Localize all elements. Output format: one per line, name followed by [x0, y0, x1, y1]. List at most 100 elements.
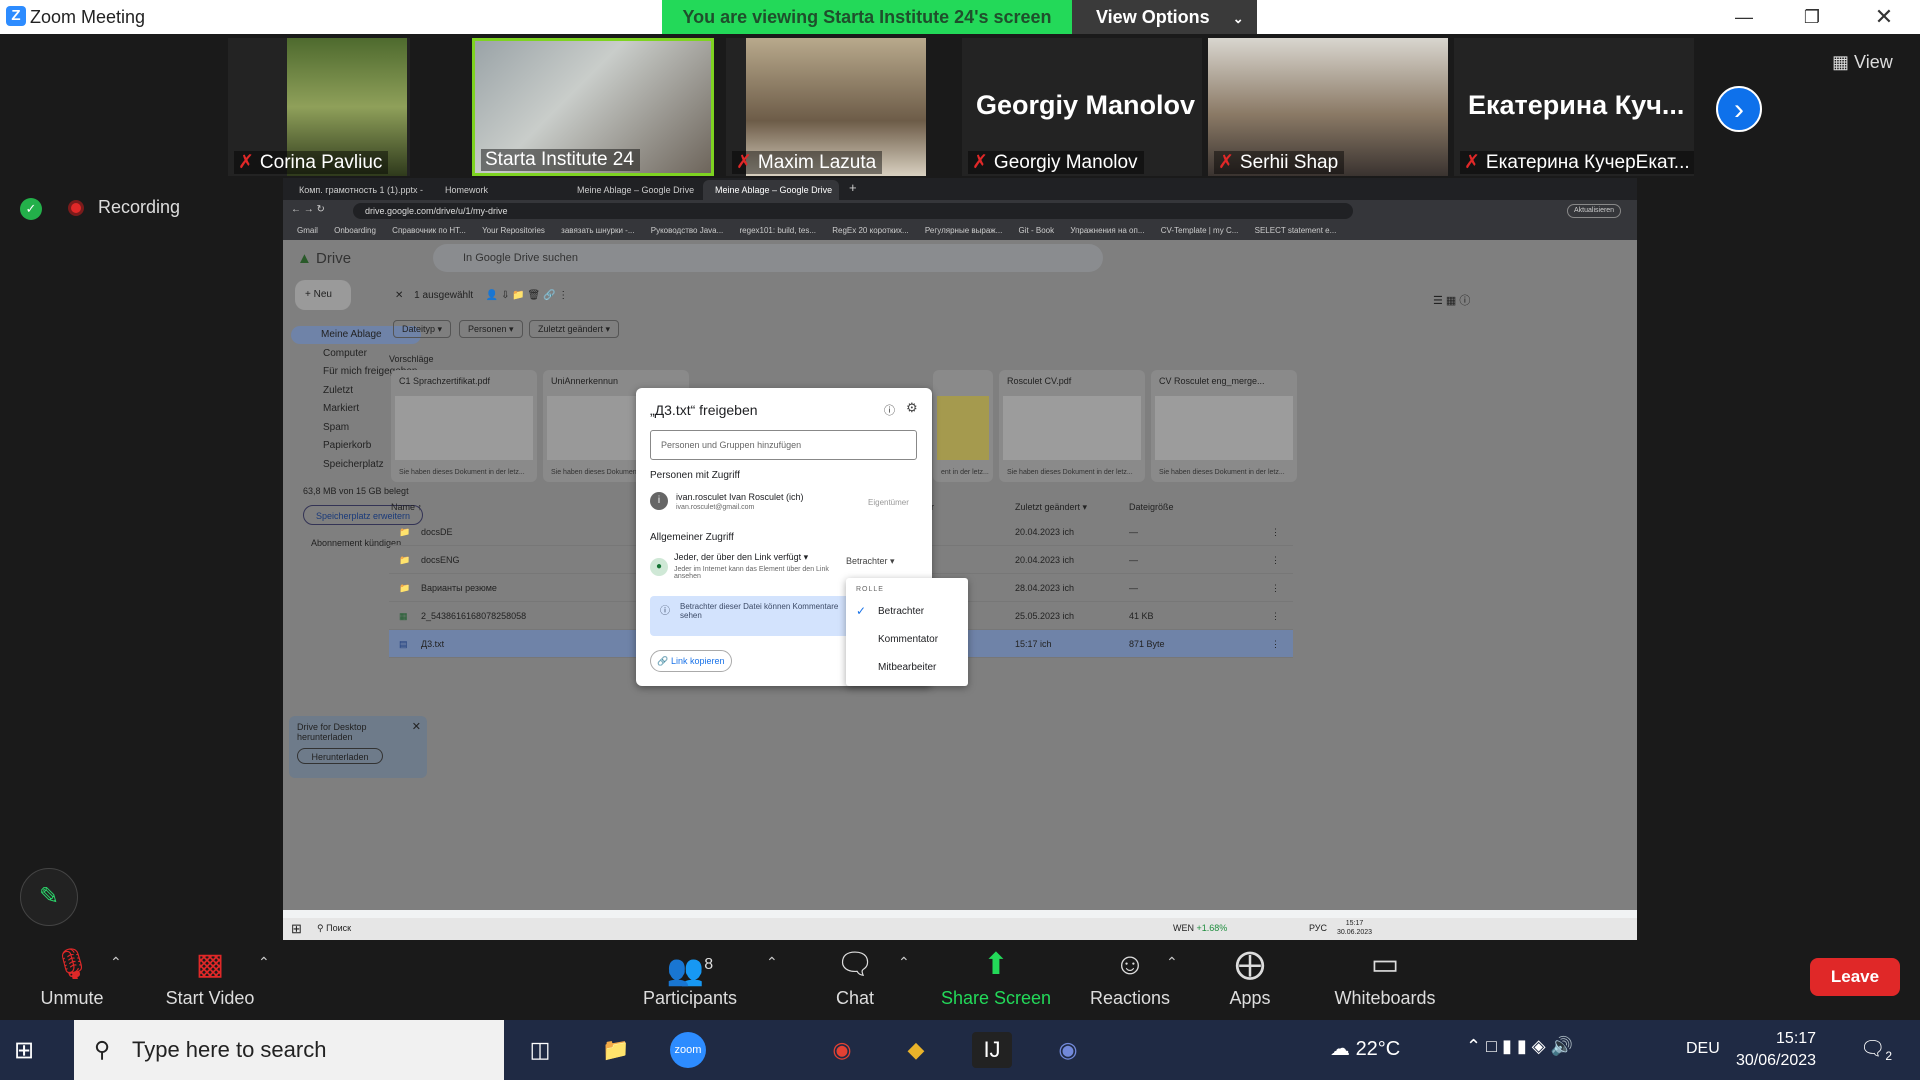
- add-people-input[interactable]: Personen und Gruppen hinzufügen: [650, 430, 917, 460]
- bookmark[interactable]: Gmail: [297, 226, 318, 235]
- more-icon[interactable]: ⋮: [1271, 630, 1280, 658]
- notification-icon[interactable]: 🗨2: [1860, 1036, 1892, 1063]
- weather-widget[interactable]: ☁ 22°C: [1330, 1036, 1400, 1061]
- app-icon[interactable]: ◆: [896, 1032, 936, 1068]
- drive-search-input[interactable]: In Google Drive suchen: [433, 244, 1103, 272]
- download-button[interactable]: Herunterladen: [297, 748, 383, 764]
- toolbar-actions-icon[interactable]: 👤 ⇩ 📁 🗑 🔗 ⋮: [486, 290, 568, 301]
- column-modified[interactable]: Zuletzt geändert ▾: [1015, 502, 1087, 513]
- unmute-button[interactable]: 🎙 Unmute: [22, 940, 122, 1020]
- participant-tile[interactable]: ✗ Corina Pavliuc: [228, 38, 410, 176]
- browser-tab[interactable]: Комп. грамотность 1 (1).pptx -: [287, 180, 427, 200]
- url-field[interactable]: drive.google.com/drive/u/1/my-drive: [353, 203, 1353, 219]
- intellij-icon[interactable]: IJ: [972, 1032, 1012, 1068]
- close-icon[interactable]: ✕: [412, 720, 421, 733]
- browser-tab-active[interactable]: Meine Ablage – Google Drive: [703, 180, 839, 200]
- column-name[interactable]: Name ↑: [391, 502, 422, 512]
- bookmark[interactable]: Onboarding: [334, 226, 376, 235]
- filter-type[interactable]: Dateityp ▾: [393, 320, 452, 338]
- bookmark[interactable]: завязать шнурки -...: [561, 226, 634, 235]
- sidebar-item-starred[interactable]: Markiert: [303, 400, 359, 418]
- bookmark[interactable]: CV-Template | my C...: [1161, 226, 1239, 235]
- nav-arrows-icon[interactable]: ← → ↻: [291, 204, 325, 215]
- role-select[interactable]: Betrachter ▾: [846, 556, 895, 567]
- column-size[interactable]: Dateigröße: [1129, 502, 1174, 512]
- language-indicator[interactable]: DEU: [1686, 1040, 1720, 1058]
- shield-icon[interactable]: ✓: [20, 198, 42, 220]
- task-view-icon[interactable]: ◫: [520, 1032, 560, 1068]
- sidebar-item-computer[interactable]: Computer: [303, 345, 367, 363]
- zoom-app-icon[interactable]: zoom: [670, 1032, 706, 1068]
- more-icon[interactable]: ⋮: [1271, 518, 1280, 546]
- role-option-commenter[interactable]: Kommentator: [878, 634, 938, 645]
- bookmark[interactable]: Регулярные выраж...: [925, 226, 1002, 235]
- more-icon[interactable]: ⋮: [1271, 546, 1280, 574]
- chevron-up-icon[interactable]: ⌃: [258, 954, 270, 971]
- more-icon[interactable]: ⋮: [1271, 574, 1280, 602]
- next-page-arrow-icon[interactable]: ›: [1716, 86, 1762, 132]
- bookmark[interactable]: Упражнения на оп...: [1070, 226, 1144, 235]
- sidebar-item-spam[interactable]: Spam: [303, 419, 349, 437]
- file-explorer-icon[interactable]: 📁: [596, 1032, 636, 1068]
- suggestion-card[interactable]: Rosculet CV.pdf Sie haben dieses Dokument…: [999, 370, 1145, 482]
- suggestion-card[interactable]: CV Rosculet eng_merge... Sie haben dieses…: [1151, 370, 1297, 482]
- apps-button[interactable]: ⨁ Apps: [1210, 940, 1290, 1020]
- start-video-button[interactable]: ▩ Start Video: [150, 940, 270, 1020]
- participants-button[interactable]: 👥8 Participants: [630, 940, 750, 1020]
- suggestion-card[interactable]: ent in der letz...: [933, 370, 993, 482]
- inner-search[interactable]: ⚲ Поиск: [317, 923, 351, 934]
- taskbar-clock[interactable]: 15:17 30/06/2023: [1736, 1028, 1816, 1072]
- copy-link-button[interactable]: 🔗 Link kopieren: [650, 650, 732, 672]
- filter-people[interactable]: Personen ▾: [459, 320, 523, 338]
- reactions-button[interactable]: ☺ Reactions: [1080, 940, 1180, 1020]
- view-button[interactable]: ▦ View: [1832, 52, 1893, 73]
- bookmark[interactable]: Руководство Java...: [651, 226, 724, 235]
- restore-button[interactable]: ❐: [1792, 4, 1832, 30]
- suggestion-card[interactable]: C1 Sprachzertifikat.pdf Sie haben dieses …: [391, 370, 537, 482]
- chevron-up-icon[interactable]: ⌃: [898, 954, 910, 971]
- bookmark[interactable]: RegEx 20 коротких...: [832, 226, 908, 235]
- bookmark[interactable]: regex101: build, tes...: [740, 226, 817, 235]
- whiteboards-button[interactable]: ▭ Whiteboards: [1320, 940, 1450, 1020]
- gear-icon[interactable]: ⚙: [906, 400, 918, 416]
- sidebar-item-trash[interactable]: Papierkorb: [303, 437, 371, 455]
- leave-button[interactable]: Leave: [1810, 958, 1900, 996]
- participant-tile[interactable]: Georgiy Manolov ✗ Georgiy Manolov: [962, 38, 1202, 176]
- participant-tile[interactable]: Екатерина Куч... ✗ Екатерина КучерЕкат...: [1454, 38, 1694, 176]
- role-option-viewer[interactable]: Betrachter: [878, 606, 924, 617]
- browser-tab[interactable]: Meine Ablage – Google Drive: [565, 180, 699, 200]
- view-controls-icon[interactable]: ☰ ▦ ⓘ: [1433, 292, 1470, 308]
- chrome-icon[interactable]: ◉: [822, 1032, 862, 1068]
- drive-logo[interactable]: ▲ Drive: [297, 250, 351, 267]
- sidebar-item-recent[interactable]: Zuletzt: [303, 382, 353, 400]
- discord-icon[interactable]: ◉: [1048, 1032, 1088, 1068]
- bookmark[interactable]: SELECT statement e...: [1255, 226, 1337, 235]
- windows-start-icon[interactable]: ⊞: [14, 1038, 40, 1064]
- browser-tab[interactable]: Homework: [433, 180, 557, 200]
- update-button[interactable]: Aktualisieren: [1567, 204, 1622, 218]
- participant-tile[interactable]: ✗ Serhii Shap: [1208, 38, 1448, 176]
- close-button[interactable]: ✕: [1864, 4, 1904, 30]
- sidebar-item-storage[interactable]: Speicherplatz: [303, 456, 384, 474]
- role-option-editor[interactable]: Mitbearbeiter: [878, 662, 936, 673]
- bookmark[interactable]: Git - Book: [1019, 226, 1055, 235]
- share-screen-button[interactable]: ⬆ Share Screen: [936, 940, 1056, 1020]
- new-button[interactable]: + Neu: [295, 280, 351, 310]
- participant-tile[interactable]: ✗ Maxim Lazuta: [726, 38, 926, 176]
- view-options-button[interactable]: View Options ⌄: [1072, 0, 1257, 34]
- more-icon[interactable]: ⋮: [1271, 602, 1280, 630]
- chevron-up-icon[interactable]: ⌃: [1166, 954, 1178, 971]
- chat-button[interactable]: 🗨 Chat: [810, 940, 900, 1020]
- chevron-up-icon[interactable]: ⌃: [110, 954, 122, 971]
- bookmark[interactable]: Your Repositories: [482, 226, 545, 235]
- participant-tile-active[interactable]: Starta Institute 24: [472, 38, 714, 176]
- bookmark[interactable]: Справочник по HT...: [392, 226, 466, 235]
- link-access-select[interactable]: Jeder, der über den Link verfügt ▾: [674, 552, 808, 563]
- chevron-up-icon[interactable]: ⌃: [766, 954, 778, 971]
- windows-start-icon[interactable]: ⊞: [291, 921, 302, 937]
- tray-icons[interactable]: ⌃ □ ▮ ▮ ◈ 🔊: [1466, 1036, 1573, 1057]
- close-icon[interactable]: ✕: [395, 290, 403, 301]
- filter-modified[interactable]: Zuletzt geändert ▾: [529, 320, 620, 338]
- minimize-button[interactable]: —: [1724, 4, 1764, 30]
- recording-label[interactable]: Recording: [98, 197, 180, 218]
